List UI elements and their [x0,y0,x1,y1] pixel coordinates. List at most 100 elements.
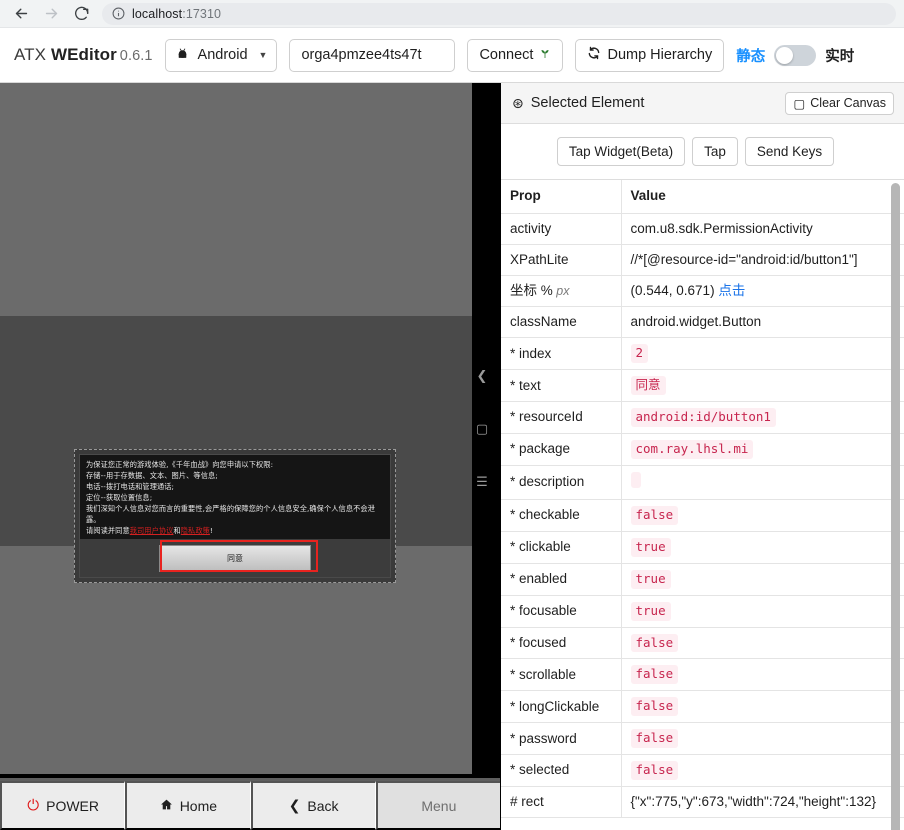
table-row[interactable]: * package com.ray.lhsl.mi [501,433,904,466]
property-value-code: true [630,601,671,621]
property-name-cell: className [501,306,622,339]
browser-reload-icon[interactable] [68,1,94,27]
app-toolbar: ATX WEditor0.6.1 Android ▼ Connect Dump … [0,28,904,83]
user-agreement-link[interactable]: 我司用户协议 [130,526,174,535]
property-name-cell: * text [501,369,622,403]
power-button-label: POWER [46,797,99,814]
properties-table-scroll[interactable]: Prop Value activity com.u8.sdk.Permission… [501,180,904,830]
device-screen-canvas[interactable]: ❮ ▢ ☰ 为保证您正常的游戏体验,《千年血战》向您申请以下权限: 存储--用于… [0,83,500,830]
property-name: * index [510,345,552,361]
table-row[interactable]: * longClickable false [501,690,904,724]
connect-button[interactable]: Connect [467,38,564,72]
table-row[interactable]: * selected false [501,754,904,787]
coordinate-tap-link[interactable]: 点击 [715,283,745,298]
tap-widget-button[interactable]: Tap Widget(Beta) [556,137,686,166]
property-name: * scrollable [510,666,577,682]
tap-button[interactable]: Tap [692,137,738,166]
dump-hierarchy-button[interactable]: Dump Hierarchy [575,38,725,72]
clear-canvas-label: Clear Canvas [810,96,886,110]
browser-back-icon[interactable] [8,1,34,27]
property-value-cell: //*[@resource-id="android:id/button1"] [621,244,904,276]
table-row[interactable]: * password false [501,722,904,756]
back-button[interactable]: ❮ Back [250,781,376,830]
menu-lines-icon[interactable]: ☰ [476,475,488,488]
square-icon[interactable]: ▢ [476,422,488,435]
table-row[interactable]: * checkable false [501,499,904,532]
column-header-value: Value [621,180,904,214]
send-keys-label: Send Keys [756,144,823,159]
property-value-cell: {"x":775,"y":673,"width":724,"height":13… [621,786,904,819]
column-header-prop: Prop [501,180,622,214]
inspector-header: ⊛ Selected Element ▢ Clear Canvas [501,83,904,124]
property-value-cell: true [621,563,904,596]
dialog-agree-line: 请阅读并同意我司用户协议和隐私政策! [86,526,384,537]
back-button-label: Back [307,797,339,814]
property-name-cell: * focused [501,627,622,660]
table-row[interactable]: # rect {"x":775,"y":673,"width":724,"heig… [501,786,904,819]
agree-suffix: ! [209,525,213,535]
property-value-cell: (0.544, 0.671) 点击 [621,275,904,308]
dialog-agree-button-label: 同意 [227,553,243,563]
toggle-label-realtime[interactable]: 实时 [825,45,854,66]
serial-input[interactable] [289,38,456,72]
power-button[interactable]: ⏻ POWER [0,781,126,830]
property-value-code: false [630,633,679,653]
table-row[interactable]: * scrollable false [501,658,904,692]
connect-button-label: Connect [479,47,534,63]
property-value-code: android:id/button1 [630,408,776,427]
property-value-cell: false [621,754,904,787]
inspector-title-label: Selected Element [530,95,645,111]
tap-widget-label: Tap Widget(Beta) [568,144,674,159]
table-row[interactable]: * focused false [501,627,904,660]
chevron-left-icon[interactable]: ❮ [477,369,488,382]
table-row[interactable]: * clickable true [501,531,904,564]
menu-button[interactable]: Menu [375,781,500,830]
property-value-code: false [630,761,679,780]
hardware-button-bar: ⏻ POWER Home ❮ Back Menu [0,778,500,830]
dialog-line-2: 存储--用于存数据、文本、图片、等信息; [86,470,218,480]
refresh-icon [587,46,601,64]
property-name: * longClickable [510,698,600,714]
property-value-code [630,471,641,488]
table-row[interactable]: className android.widget.Button [501,306,904,339]
dialog-line-5: 我们深知个人信息对您而言的重要性,会严格的保障您的个人信息安全,确保个人信息不会… [86,503,375,524]
home-button[interactable]: Home [125,781,251,830]
table-row[interactable]: activity com.u8.sdk.PermissionActivity [501,213,904,245]
property-value-code: false [630,506,679,525]
table-row[interactable]: * text 同意 [501,369,904,403]
property-value: com.u8.sdk.PermissionActivity [630,220,813,236]
table-row[interactable]: * description [501,465,904,501]
privacy-policy-link[interactable]: 隐私政策 [181,526,210,535]
android-navigation-bar: ❮ ▢ ☰ [472,83,492,774]
send-keys-button[interactable]: Send Keys [744,137,835,166]
toggle-label-static[interactable]: 静态 [736,45,765,66]
property-value-cell: false [621,722,904,756]
dialog-agree-button[interactable]: 同意 [159,544,311,572]
property-value: android.widget.Button [630,314,762,330]
property-value-cell: android.widget.Button [621,306,904,339]
property-name: className [510,314,577,330]
property-value-code: com.ray.lhsl.mi [630,440,754,459]
brand-name: WEditor [50,45,117,64]
address-bar-url: localhost:17310 [132,7,221,21]
table-row[interactable]: * focusable true [501,595,904,628]
dialog-line-3: 电话--拨打电话和管理通话; [86,481,175,491]
platform-select[interactable]: Android ▼ [164,38,278,72]
address-bar[interactable]: localhost:17310 [102,2,896,25]
table-row[interactable]: * enabled true [501,563,904,596]
table-row[interactable]: * resourceId android:id/button1 [501,401,904,434]
agree-prefix: 请阅读并同意 [86,525,130,535]
property-unit: px [552,283,570,298]
mode-toggle-switch[interactable] [774,44,817,66]
property-value-code: true [630,537,671,557]
table-row[interactable]: 坐标 % px (0.544, 0.671) 点击 [501,275,904,308]
app-brand: ATX WEditor 0.6.1 [14,45,153,65]
properties-table-head: Prop Value [501,180,904,214]
table-row[interactable]: XPathLite //*[@resource-id="android:id/bu… [501,244,904,276]
clear-canvas-button[interactable]: ▢ Clear Canvas [785,91,894,115]
info-circle-icon[interactable] [112,7,125,20]
tap-label: Tap [704,144,726,159]
table-row[interactable]: * index 2 [501,337,904,371]
properties-table-body: activity com.u8.sdk.PermissionActivity XPa… [501,213,904,819]
property-value-code: true [630,569,671,589]
